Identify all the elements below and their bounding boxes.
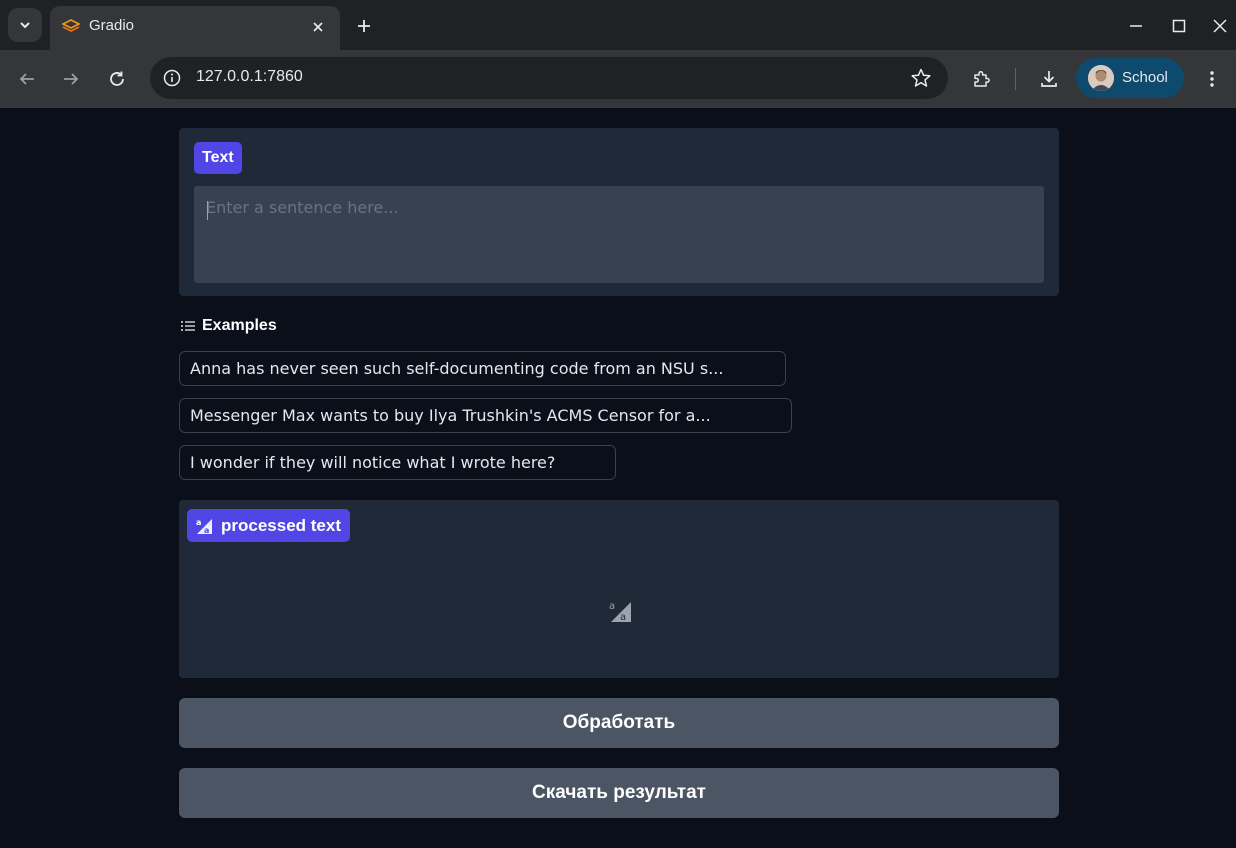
example-item-3[interactable]: I wonder if they will notice what I wrot…: [179, 445, 616, 480]
svg-text:a: a: [609, 601, 615, 612]
svg-text:a: a: [204, 526, 209, 535]
close-window-button[interactable]: [1208, 14, 1232, 38]
example-item-2[interactable]: Messenger Max wants to buy Ilya Trushkin…: [179, 398, 792, 433]
profile-button[interactable]: School: [1076, 58, 1184, 98]
browser-tab-bar: Gradio: [0, 0, 1236, 50]
minimize-button[interactable]: [1124, 14, 1148, 38]
browser-toolbar: 127.0.0.1:7860 School: [0, 50, 1236, 108]
reload-icon: [110, 71, 124, 86]
translate-icon: a a: [196, 518, 212, 535]
avatar: [1088, 65, 1114, 91]
close-tab-button[interactable]: [308, 17, 328, 37]
text-label: Text: [194, 142, 242, 174]
tab-title: Gradio: [89, 17, 135, 34]
arrow-right-icon: [64, 73, 79, 85]
arrow-left-icon: [19, 73, 34, 85]
profile-photo-icon: [1088, 65, 1114, 91]
downloads-button[interactable]: [1036, 66, 1062, 92]
examples-title: Examples: [202, 317, 277, 334]
maximize-icon: [1172, 19, 1186, 33]
translate-icon: a a: [609, 601, 631, 623]
svg-text:a: a: [196, 518, 201, 527]
svg-text:a: a: [620, 612, 626, 623]
text-input-block: Text: [179, 128, 1059, 296]
process-button[interactable]: Обработать: [179, 698, 1059, 748]
more-vertical-icon: [1210, 71, 1214, 87]
output-label-text: processed text: [221, 515, 341, 535]
reload-button[interactable]: [104, 66, 130, 92]
close-icon: [313, 22, 323, 32]
address-bar[interactable]: 127.0.0.1:7860: [150, 57, 948, 99]
close-icon: [1213, 19, 1227, 33]
download-result-button[interactable]: Скачать результат: [179, 768, 1059, 818]
examples-header: Examples: [180, 317, 277, 335]
browser-menu-button[interactable]: [1200, 66, 1224, 92]
maximize-button[interactable]: [1167, 14, 1191, 38]
output-label: a a processed text: [187, 509, 350, 542]
list-icon: [181, 321, 195, 331]
url-text: 127.0.0.1:7860: [196, 68, 303, 85]
site-info-icon[interactable]: [162, 68, 182, 88]
chevron-down-icon: [20, 22, 30, 29]
new-tab-button[interactable]: [352, 14, 376, 38]
minimize-icon: [1130, 25, 1142, 27]
output-block: a a processed text a a: [179, 500, 1059, 678]
puzzle-icon: [974, 70, 990, 87]
text-cursor: [207, 201, 208, 220]
download-icon: [1041, 71, 1057, 87]
example-item-1[interactable]: Anna has never seen such self-documentin…: [179, 351, 786, 386]
gradio-logo-icon: [62, 19, 80, 32]
bookmark-star-icon[interactable]: [910, 67, 932, 89]
plus-icon: [358, 20, 370, 32]
profile-name: School: [1122, 69, 1168, 86]
tab-search-button[interactable]: [8, 8, 42, 42]
back-button[interactable]: [14, 66, 40, 92]
browser-tab[interactable]: Gradio: [50, 6, 340, 50]
text-input[interactable]: [194, 186, 1044, 283]
extensions-button[interactable]: [968, 66, 994, 92]
forward-button[interactable]: [58, 66, 84, 92]
toolbar-separator: [1015, 68, 1016, 90]
